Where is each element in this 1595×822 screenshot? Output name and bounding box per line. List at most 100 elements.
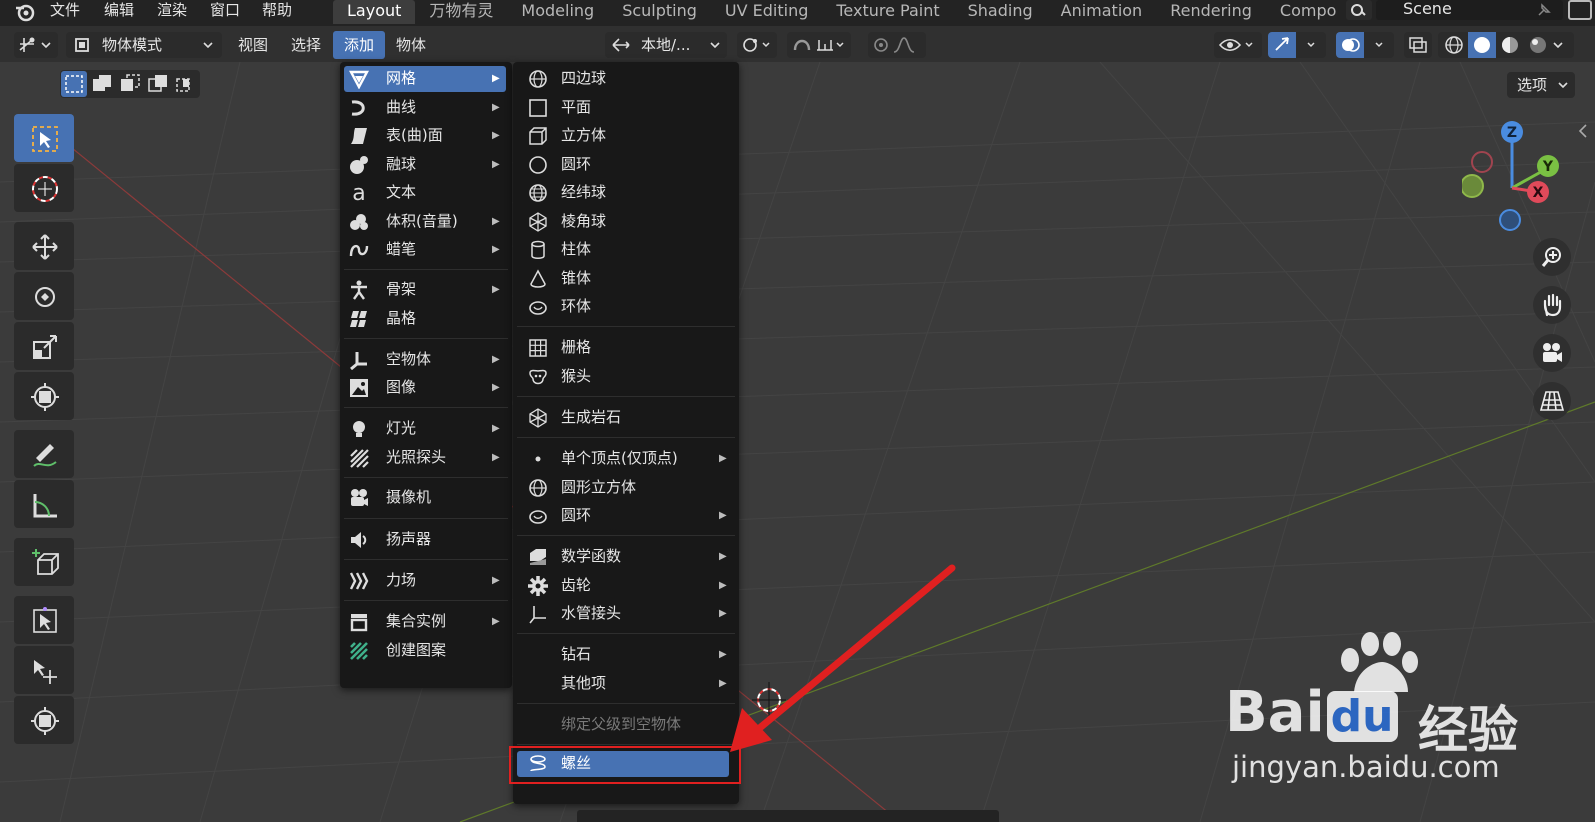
mesh-item-rock-generator[interactable]: 生成岩石 [513, 404, 739, 431]
tab-shading[interactable]: Shading [954, 0, 1047, 24]
add-menu-item-armature[interactable]: 骨架 ▶ [340, 276, 512, 303]
gizmo-toggle[interactable] [1268, 32, 1326, 58]
tool-rotate[interactable] [14, 272, 74, 320]
select-subtract-icon[interactable] [117, 71, 143, 97]
menu-window[interactable]: 窗口 [210, 0, 240, 22]
blender-logo-icon[interactable] [14, 2, 36, 22]
mesh-item-quad-sphere[interactable]: 四边球 [513, 65, 739, 92]
header-menu-select[interactable]: 选择 [291, 36, 321, 54]
tab-custom[interactable]: 万物有灵 [415, 0, 507, 24]
tab-rendering[interactable]: Rendering [1156, 0, 1266, 24]
tool-measure[interactable] [14, 480, 74, 528]
add-menu-item-image[interactable]: 图像 ▶ [340, 374, 512, 401]
add-menu-item-text[interactable]: a 文本 [340, 179, 512, 206]
add-menu-item-light-probe[interactable]: 光照探头 ▶ [340, 444, 512, 471]
header-menu-object[interactable]: 物体 [396, 36, 426, 54]
tool-add-cube[interactable] [14, 538, 74, 586]
tab-animation[interactable]: Animation [1047, 0, 1157, 24]
perspective-toggle-button[interactable] [1533, 382, 1571, 420]
overlay-toggle[interactable] [1336, 32, 1394, 58]
menu-file[interactable]: 文件 [50, 0, 80, 22]
visibility-dropdown[interactable] [1214, 32, 1262, 58]
pivot-point-dropdown[interactable] [737, 32, 777, 58]
tool-transform[interactable] [14, 372, 74, 420]
add-menu-item-metaball[interactable]: 融球 ▶ [340, 151, 512, 178]
add-menu-item-speaker[interactable]: 扬声器 [340, 526, 512, 553]
tool-cursor[interactable] [14, 164, 74, 212]
transform-orientation-dropdown[interactable]: 本地/... [605, 32, 727, 58]
mesh-item-single-vertex[interactable]: 单个顶点(仅顶点) ▶ [513, 445, 739, 472]
mesh-item-math-function[interactable]: 数学函数 ▶ [513, 543, 739, 570]
mesh-item-pipe-joint[interactable]: 水管接头 ▶ [513, 600, 739, 627]
scene-name-field[interactable]: Scene [1376, 0, 1563, 20]
tool-annotate[interactable] [14, 430, 74, 478]
mesh-item-torus-submenu[interactable]: 圆环 ▶ [513, 502, 739, 529]
menu-edit[interactable]: 编辑 [104, 0, 134, 22]
tool-scale[interactable] [14, 322, 74, 370]
header-menu-view[interactable]: 视图 [238, 36, 268, 54]
mesh-item-round-cube[interactable]: 圆形立方体 [513, 474, 739, 501]
rendered-shading-icon[interactable] [1528, 35, 1548, 55]
navigation-gizmo[interactable]: Z Y X [1462, 118, 1562, 238]
tool-select-move[interactable] [14, 646, 74, 694]
tab-uv-editing[interactable]: UV Editing [711, 0, 822, 24]
add-menu-item-mesh[interactable]: 网格 ▶ [340, 65, 512, 92]
new-scene-icon[interactable] [1568, 0, 1592, 20]
add-menu-item-grease-pencil[interactable]: 蜡笔 ▶ [340, 236, 512, 263]
select-invert-icon[interactable] [145, 71, 171, 97]
tool-transform-2[interactable] [14, 696, 74, 744]
mesh-item-plane[interactable]: 平面 [513, 94, 739, 121]
tab-compositing[interactable]: Compo [1266, 0, 1336, 24]
select-extend-icon[interactable] [89, 71, 115, 97]
select-intersect-icon[interactable] [173, 71, 199, 97]
mesh-item-monkey[interactable]: 猴头 [513, 363, 739, 390]
tool-transform-origin[interactable] [14, 596, 74, 644]
mesh-item-torus[interactable]: 环体 [513, 293, 739, 320]
zoom-button[interactable] [1533, 238, 1571, 276]
mesh-item-grid[interactable]: 栅格 [513, 334, 739, 361]
header-menu-add[interactable]: 添加 [344, 36, 374, 54]
mesh-item-circle[interactable]: 圆环 [513, 151, 739, 178]
add-menu-item-curve[interactable]: 曲线 ▶ [340, 94, 512, 121]
mesh-item-cube[interactable]: 立方体 [513, 122, 739, 149]
pan-button[interactable] [1533, 286, 1571, 324]
camera-view-button[interactable] [1533, 334, 1571, 372]
solid-shading-icon[interactable] [1472, 35, 1492, 55]
add-menu-item-volume[interactable]: 体积(音量) ▶ [340, 208, 512, 235]
mesh-item-cone[interactable]: 锥体 [513, 265, 739, 292]
add-menu-item-empty[interactable]: 空物体 ▶ [340, 346, 512, 373]
add-menu-item-surface[interactable]: 表(曲)面 ▶ [340, 122, 512, 149]
snap-controls[interactable] [787, 32, 851, 58]
material-shading-icon[interactable] [1500, 35, 1520, 55]
shading-mode-group[interactable] [1438, 32, 1574, 58]
menu-help[interactable]: 帮助 [262, 0, 292, 22]
mesh-item-uv-sphere[interactable]: 经纬球 [513, 179, 739, 206]
select-new-icon[interactable] [61, 71, 87, 97]
mode-dropdown[interactable]: 物体模式 [66, 32, 222, 58]
tab-layout[interactable]: Layout [333, 0, 416, 24]
mesh-item-cylinder[interactable]: 柱体 [513, 236, 739, 263]
add-menu-item-force-field[interactable]: 力场 ▶ [340, 567, 512, 594]
add-menu-item-light[interactable]: 灯光 ▶ [340, 415, 512, 442]
tab-modeling[interactable]: Modeling [507, 0, 608, 24]
mesh-item-ico-sphere[interactable]: 棱角球 [513, 208, 739, 235]
tab-texture-paint[interactable]: Texture Paint [822, 0, 953, 24]
wireframe-shading-icon[interactable] [1444, 35, 1464, 55]
mesh-item-diamond[interactable]: 钻石 ▶ [513, 641, 739, 668]
add-menu-item-collection-instance[interactable]: 集合实例 ▶ [340, 608, 512, 635]
mesh-item-other[interactable]: 其他项 ▶ [513, 670, 739, 697]
editor-type-button[interactable] [14, 32, 58, 58]
tab-sculpting[interactable]: Sculpting [608, 0, 711, 24]
proportional-edit-controls[interactable] [868, 32, 926, 58]
xray-toggle[interactable] [1404, 32, 1432, 58]
sidebar-toggle-icon[interactable] [1577, 122, 1589, 140]
add-menu-item-lattice[interactable]: 晶格 [340, 305, 512, 332]
scene-selector-button[interactable] [1346, 0, 1372, 20]
add-menu-item-create-pattern[interactable]: 创建图案 [340, 637, 512, 664]
tool-select-box[interactable] [14, 114, 74, 162]
add-menu-item-camera[interactable]: 摄像机 [340, 484, 512, 511]
options-dropdown[interactable]: 选项 [1507, 72, 1575, 98]
pin-icon[interactable] [1536, 2, 1552, 18]
menu-render[interactable]: 渲染 [157, 0, 187, 22]
tool-move[interactable] [14, 222, 74, 270]
